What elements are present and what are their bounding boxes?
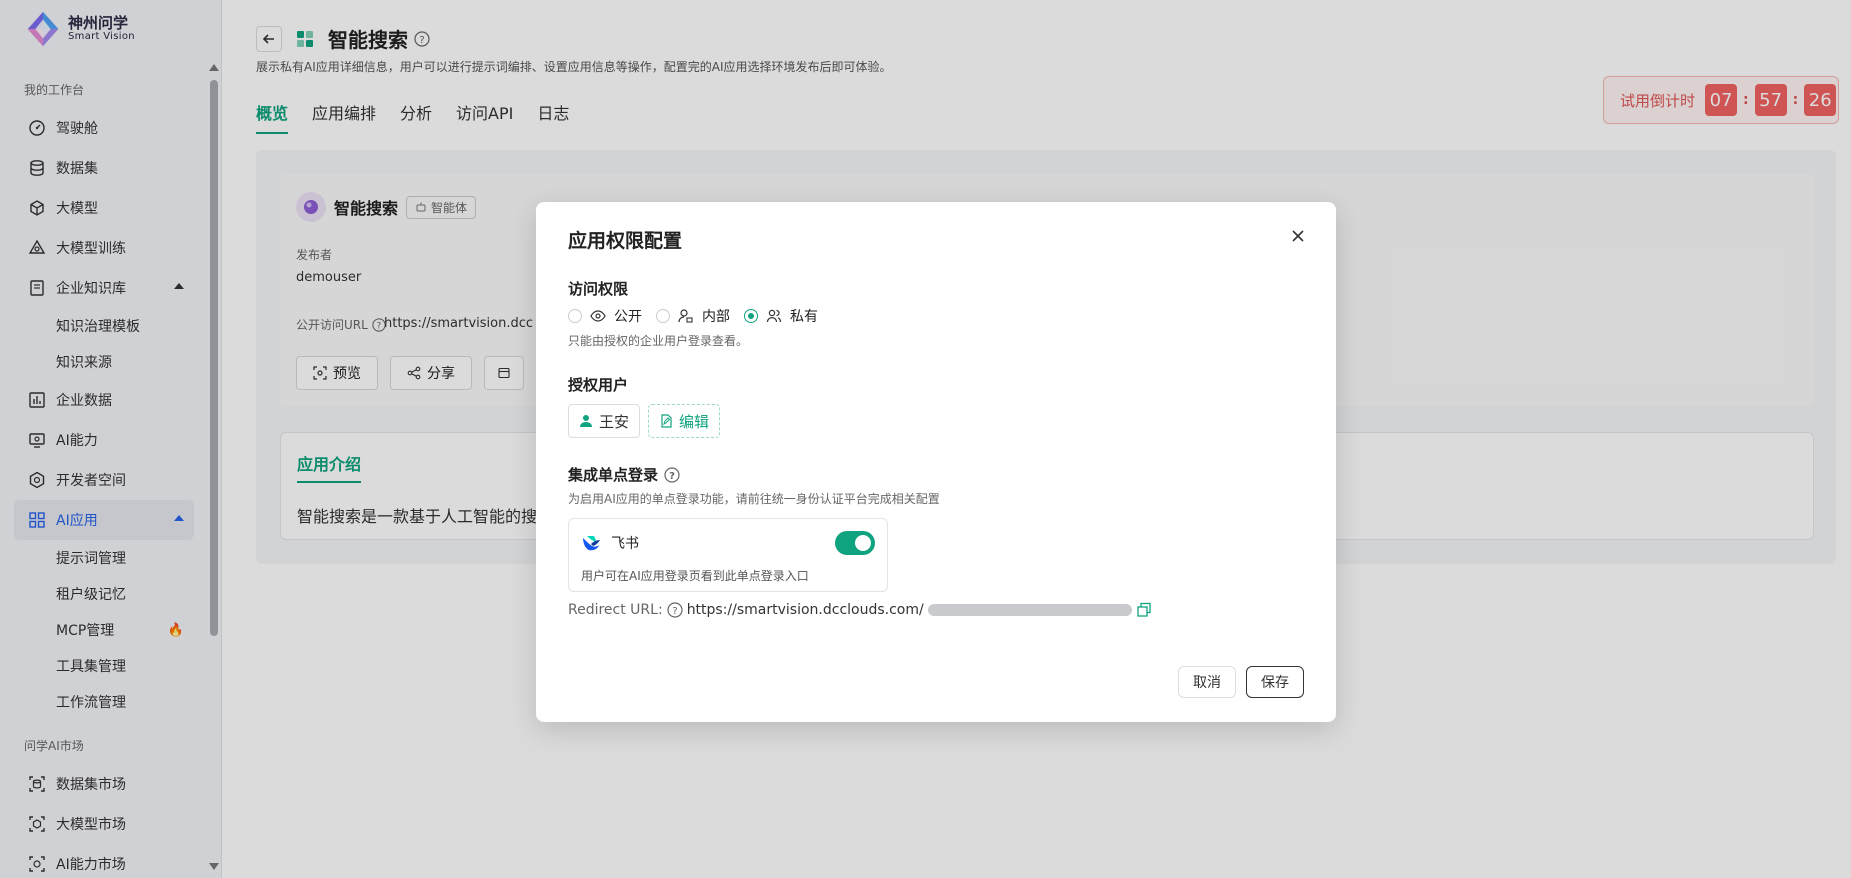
sso-title-text: 集成单点登录 bbox=[568, 466, 659, 484]
access-option-label: 私有 bbox=[790, 309, 818, 325]
redirect-url-value: https://smartvision.dcclouds.com/ bbox=[686, 602, 924, 618]
sso-provider-desc: 用户可在AI应用登录页看到此单点登录入口 bbox=[581, 569, 809, 583]
help-icon[interactable]: ? bbox=[667, 602, 683, 618]
access-option-label: 内部 bbox=[702, 309, 730, 325]
access-option-internal[interactable]: 内部 bbox=[656, 306, 730, 326]
permission-config-modal: 应用权限配置 访问权限 公开 内部 私有 只能由授权的企业用户登录查看。 授权用… bbox=[536, 202, 1336, 722]
copy-icon[interactable] bbox=[1136, 602, 1152, 618]
edit-label: 编辑 bbox=[679, 412, 710, 431]
sso-provider-header: 飞书 bbox=[581, 533, 639, 553]
help-icon[interactable]: ? bbox=[664, 466, 680, 483]
sso-provider-card: 飞书 用户可在AI应用登录页看到此单点登录入口 bbox=[568, 518, 888, 592]
radio-button-checked[interactable] bbox=[744, 309, 758, 323]
users-section-title: 授权用户 bbox=[568, 376, 629, 394]
access-radio-group: 公开 内部 私有 bbox=[568, 306, 818, 326]
svg-text:?: ? bbox=[669, 471, 675, 482]
user-icon bbox=[580, 415, 592, 427]
authorized-users: 王安 编辑 bbox=[568, 404, 721, 438]
access-hint: 只能由授权的企业用户登录查看。 bbox=[568, 334, 749, 348]
radio-button[interactable] bbox=[568, 309, 582, 323]
user-chip[interactable]: 王安 bbox=[568, 404, 641, 438]
user-lock-icon bbox=[678, 309, 693, 323]
edit-icon bbox=[661, 414, 672, 428]
modal-footer: 取消 保存 bbox=[1178, 666, 1304, 698]
redirect-url-row: Redirect URL: ? https://smartvision.dccl… bbox=[568, 602, 1152, 618]
edit-users-button[interactable]: 编辑 bbox=[648, 404, 721, 438]
redirect-url-label: Redirect URL: bbox=[568, 602, 663, 618]
save-button[interactable]: 保存 bbox=[1246, 666, 1304, 698]
access-section-title: 访问权限 bbox=[568, 280, 629, 298]
eye-icon bbox=[590, 310, 606, 322]
sso-hint: 为启用AI应用的单点登录功能，请前往统一身份认证平台完成相关配置 bbox=[568, 492, 940, 506]
access-option-private[interactable]: 私有 bbox=[744, 306, 818, 326]
redacted-url-segment bbox=[927, 604, 1132, 616]
close-icon[interactable] bbox=[1288, 226, 1308, 246]
cancel-button[interactable]: 取消 bbox=[1178, 666, 1236, 698]
access-option-public[interactable]: 公开 bbox=[568, 306, 642, 326]
feishu-logo-icon bbox=[583, 536, 600, 551]
sso-provider-name: 飞书 bbox=[611, 536, 639, 552]
sso-toggle[interactable] bbox=[835, 531, 875, 555]
modal-title: 应用权限配置 bbox=[568, 230, 683, 252]
sso-section-title: 集成单点登录 ? bbox=[568, 464, 680, 485]
access-option-label: 公开 bbox=[614, 309, 642, 325]
svg-text:?: ? bbox=[672, 606, 677, 617]
radio-button[interactable] bbox=[656, 309, 670, 323]
users-icon bbox=[766, 309, 782, 323]
user-name: 王安 bbox=[599, 412, 630, 431]
